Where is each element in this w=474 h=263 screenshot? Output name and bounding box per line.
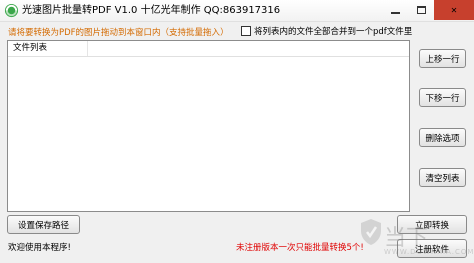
column-header-files[interactable]: 文件列表	[8, 41, 88, 56]
convert-now-button[interactable]: 立即转换	[397, 215, 467, 234]
title-bar[interactable]: 光速图片批量转PDF V1.0 十亿光年制作 QQ:863917316 ✕	[0, 0, 474, 22]
merge-option[interactable]: 将列表内的文件全部合并到一个pdf文件里	[241, 25, 412, 37]
move-up-button[interactable]: 上移一行	[419, 49, 466, 68]
maximize-icon	[416, 6, 426, 14]
app-window: 光速图片批量转PDF V1.0 十亿光年制作 QQ:863917316 ✕ 请将…	[0, 0, 474, 263]
merge-checkbox-label[interactable]: 将列表内的文件全部合并到一个pdf文件里	[254, 25, 412, 37]
drag-hint-text: 请将要转换为PDF的图片拖动到本窗口内（支持批量拖入）	[8, 28, 229, 38]
move-down-button[interactable]: 下移一行	[419, 88, 466, 107]
minimize-button[interactable]	[382, 0, 408, 20]
welcome-status: 欢迎使用本程序!	[8, 243, 71, 253]
register-button[interactable]: 注册软件	[397, 239, 467, 258]
maximize-button[interactable]	[408, 0, 434, 20]
merge-checkbox[interactable]	[241, 26, 251, 36]
set-save-path-button[interactable]: 设置保存路径	[7, 215, 80, 234]
minimize-icon	[390, 12, 400, 14]
window-title: 光速图片批量转PDF V1.0 十亿光年制作 QQ:863917316	[22, 5, 281, 16]
file-list[interactable]: 文件列表	[7, 40, 410, 212]
delete-item-button[interactable]: 删除选项	[419, 128, 466, 147]
close-button[interactable]: ✕	[434, 0, 474, 20]
unregistered-notice: 未注册版本一次只能批量转换5个!	[236, 243, 364, 253]
app-icon	[4, 3, 19, 18]
window-controls: ✕	[382, 0, 474, 20]
file-list-header: 文件列表	[8, 41, 409, 57]
clear-list-button[interactable]: 清空列表	[419, 168, 466, 187]
close-icon: ✕	[450, 5, 458, 15]
